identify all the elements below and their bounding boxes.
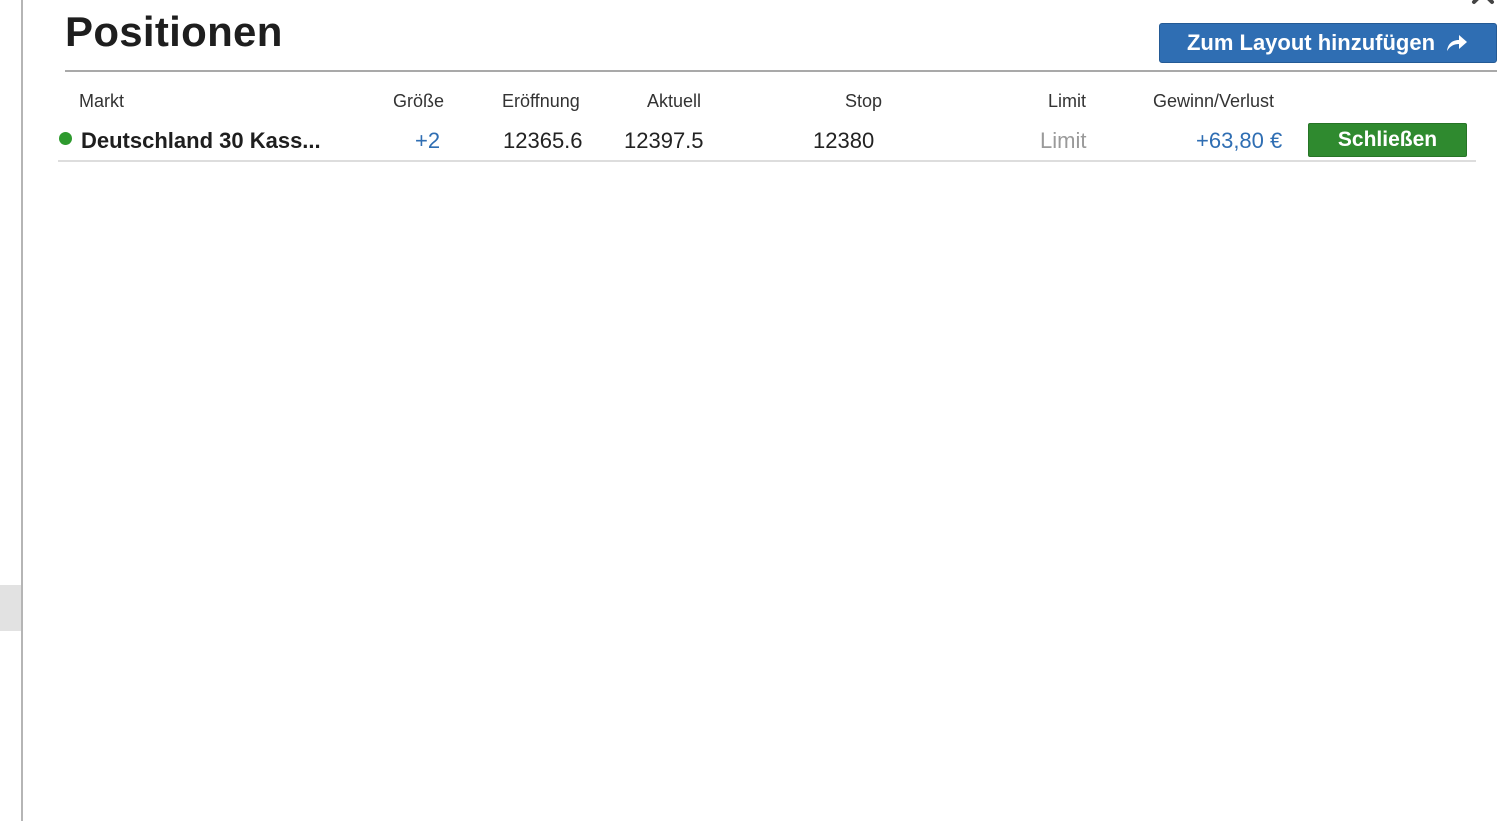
close-icon[interactable] bbox=[1468, 0, 1497, 12]
current-price: 12397.5 bbox=[624, 128, 704, 153]
column-header-stop[interactable]: Stop bbox=[845, 90, 882, 112]
page-title: Positionen bbox=[65, 8, 283, 55]
side-tab[interactable] bbox=[0, 585, 21, 631]
column-header-pnl[interactable]: Gewinn/Verlust bbox=[1153, 90, 1274, 112]
share-arrow-icon bbox=[1447, 35, 1468, 51]
column-header-size[interactable]: Größe bbox=[393, 90, 444, 112]
column-header-current[interactable]: Aktuell bbox=[647, 90, 701, 112]
column-header-limit[interactable]: Limit bbox=[1048, 90, 1086, 112]
column-header-market[interactable]: Markt bbox=[79, 90, 124, 112]
column-header-opening[interactable]: Eröffnung bbox=[502, 90, 580, 112]
close-position-button[interactable]: Schließen bbox=[1308, 123, 1467, 157]
panel-left-border bbox=[21, 0, 23, 821]
title-divider bbox=[65, 70, 1497, 72]
opening-price: 12365.6 bbox=[503, 128, 583, 153]
position-size: +2 bbox=[415, 128, 441, 153]
positions-panel: Positionen Zum Layout hinzufügen Markt G… bbox=[0, 0, 1497, 821]
status-dot bbox=[59, 132, 72, 145]
close-position-label: Schließen bbox=[1337, 128, 1438, 151]
stop-value[interactable]: 12380 bbox=[813, 128, 874, 154]
add-to-layout-label: Zum Layout hinzufügen bbox=[1186, 30, 1436, 55]
limit-value[interactable]: Limit bbox=[1040, 128, 1086, 154]
market-name[interactable]: Deutschland 30 Kass... bbox=[81, 128, 321, 154]
add-to-layout-button[interactable]: Zum Layout hinzufügen bbox=[1159, 23, 1497, 63]
profit-loss: +63,80 € bbox=[1196, 128, 1283, 153]
